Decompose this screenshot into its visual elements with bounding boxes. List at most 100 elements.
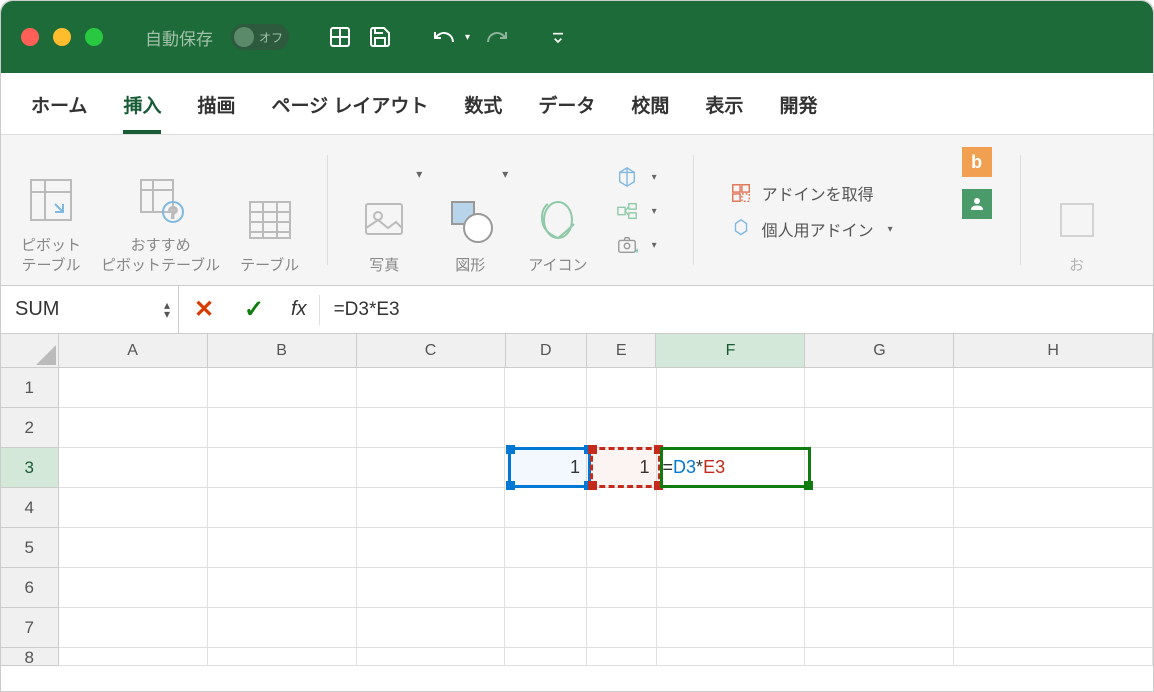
cell-D7[interactable] xyxy=(505,608,586,648)
cell-F4[interactable] xyxy=(657,488,806,528)
home-icon[interactable] xyxy=(327,24,353,50)
cell-B7[interactable] xyxy=(208,608,357,648)
tab-draw[interactable]: 描画 xyxy=(197,91,235,134)
cell-H6[interactable] xyxy=(954,568,1153,608)
tab-formulas[interactable]: 数式 xyxy=(464,91,502,134)
cell-G2[interactable] xyxy=(805,408,954,448)
col-header-C[interactable]: C xyxy=(357,334,506,368)
cell-G5[interactable] xyxy=(805,528,954,568)
cell-D5[interactable] xyxy=(505,528,586,568)
icons-button[interactable]: アイコン xyxy=(528,147,587,275)
col-header-F[interactable]: F xyxy=(656,334,805,368)
minimize-window-button[interactable] xyxy=(53,28,71,46)
tab-review[interactable]: 校閲 xyxy=(631,91,669,134)
col-header-H[interactable]: H xyxy=(954,334,1153,368)
cell-E6[interactable] xyxy=(587,568,657,608)
cell-B4[interactable] xyxy=(208,488,357,528)
row-header-8[interactable]: 8 xyxy=(1,648,59,666)
cell-H5[interactable] xyxy=(954,528,1153,568)
row-header-3[interactable]: 3 xyxy=(1,448,59,488)
autosave-toggle[interactable]: オフ xyxy=(231,24,289,50)
cell-A1[interactable] xyxy=(59,368,208,408)
cell-E2[interactable] xyxy=(587,408,657,448)
tab-page-layout[interactable]: ページ レイアウト xyxy=(271,91,428,134)
close-window-button[interactable] xyxy=(21,28,39,46)
confirm-formula-button[interactable]: ✓ xyxy=(229,286,279,333)
shapes-dropdown[interactable]: ▾ xyxy=(502,167,508,181)
my-addins-button[interactable]: 個人用アドイン ▾ xyxy=(722,213,952,245)
table-button[interactable]: テーブル xyxy=(240,147,299,275)
cell-A2[interactable] xyxy=(59,408,208,448)
cell-F1[interactable] xyxy=(657,368,806,408)
row-header-7[interactable]: 7 xyxy=(1,608,59,648)
cell-C4[interactable] xyxy=(357,488,506,528)
get-addins-button[interactable]: アドインを取得 xyxy=(722,177,952,209)
pictures-button[interactable]: 写真 xyxy=(356,147,412,275)
cell-G1[interactable] xyxy=(805,368,954,408)
cell-C1[interactable] xyxy=(357,368,506,408)
name-box[interactable]: SUM ▴▾ xyxy=(1,286,179,333)
customize-qat-icon[interactable] xyxy=(548,24,568,50)
pivot-table-button[interactable]: ピボット テーブル xyxy=(21,147,81,275)
cell-E7[interactable] xyxy=(587,608,657,648)
cell-C5[interactable] xyxy=(357,528,506,568)
cell-H4[interactable] xyxy=(954,488,1153,528)
col-header-D[interactable]: D xyxy=(506,334,587,368)
redo-icon[interactable] xyxy=(484,24,510,50)
cell-H3[interactable] xyxy=(954,448,1153,488)
name-box-stepper[interactable]: ▴▾ xyxy=(164,301,170,318)
pictures-dropdown[interactable]: ▾ xyxy=(416,167,422,181)
cell-F7[interactable] xyxy=(657,608,806,648)
cell-H2[interactable] xyxy=(954,408,1153,448)
col-header-A[interactable]: A xyxy=(59,334,208,368)
cell-C3[interactable] xyxy=(357,448,506,488)
cell-F6[interactable] xyxy=(657,568,806,608)
tab-developer[interactable]: 開発 xyxy=(779,91,817,134)
cell-A6[interactable] xyxy=(59,568,208,608)
col-header-B[interactable]: B xyxy=(208,334,357,368)
cell-A4[interactable] xyxy=(59,488,208,528)
screenshot-button[interactable]: + ▾ xyxy=(608,230,665,260)
fx-icon[interactable]: fx xyxy=(279,298,319,321)
bing-maps-button[interactable]: b xyxy=(962,147,992,177)
cell-G4[interactable] xyxy=(805,488,954,528)
cell-F2[interactable] xyxy=(657,408,806,448)
people-graph-button[interactable] xyxy=(962,189,992,219)
cell-A3[interactable] xyxy=(59,448,208,488)
row-header-1[interactable]: 1 xyxy=(1,368,59,408)
cancel-formula-button[interactable]: ✕ xyxy=(179,286,229,333)
cell-D2[interactable] xyxy=(505,408,586,448)
tab-insert[interactable]: 挿入 xyxy=(123,91,161,134)
cell-G7[interactable] xyxy=(805,608,954,648)
cell-E1[interactable] xyxy=(587,368,657,408)
undo-dropdown[interactable]: ▾ xyxy=(465,32,470,43)
tab-data[interactable]: データ xyxy=(538,91,595,134)
maximize-window-button[interactable] xyxy=(85,28,103,46)
cell-D1[interactable] xyxy=(505,368,586,408)
cell-A5[interactable] xyxy=(59,528,208,568)
smartart-button[interactable]: ▾ xyxy=(608,196,665,226)
row-header-5[interactable]: 5 xyxy=(1,528,59,568)
row-header-6[interactable]: 6 xyxy=(1,568,59,608)
cell-H1[interactable] xyxy=(954,368,1153,408)
cell-D4[interactable] xyxy=(505,488,586,528)
cell-C6[interactable] xyxy=(357,568,506,608)
tab-view[interactable]: 表示 xyxy=(705,91,743,134)
shapes-button[interactable]: 図形 xyxy=(442,147,498,275)
select-all-corner[interactable] xyxy=(1,334,59,368)
save-icon[interactable] xyxy=(367,24,393,50)
cell-G6[interactable] xyxy=(805,568,954,608)
cell-B3[interactable] xyxy=(208,448,357,488)
cell-B1[interactable] xyxy=(208,368,357,408)
cell-E3[interactable]: 1 xyxy=(587,448,657,488)
recommended-pivot-button[interactable]: ? おすすめ ピボットテーブル xyxy=(101,147,220,275)
cell-E5[interactable] xyxy=(587,528,657,568)
cell-B5[interactable] xyxy=(208,528,357,568)
cell-A7[interactable] xyxy=(59,608,208,648)
tab-home[interactable]: ホーム xyxy=(31,91,87,134)
cell-D3[interactable]: 1 xyxy=(505,448,586,488)
col-header-E[interactable]: E xyxy=(587,334,657,368)
cell-B6[interactable] xyxy=(208,568,357,608)
col-header-G[interactable]: G xyxy=(805,334,954,368)
cell-G3[interactable] xyxy=(805,448,954,488)
